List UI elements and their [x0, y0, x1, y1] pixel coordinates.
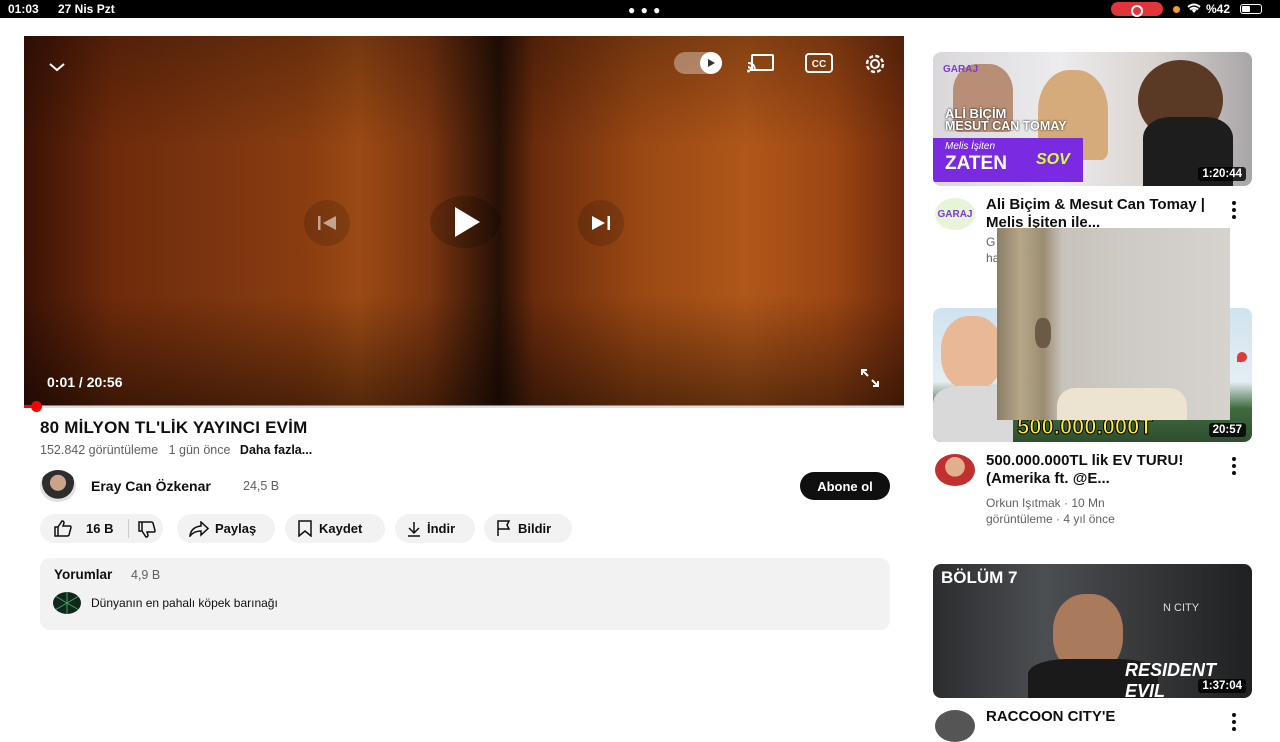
screen-recording-icon[interactable] — [1111, 2, 1163, 17]
video-meta: 152.842 görüntüleme 1 gün önce Daha fazl… — [40, 443, 312, 457]
play-icon — [700, 52, 722, 74]
divider — [128, 519, 129, 538]
download-icon — [407, 521, 421, 537]
channel-avatar[interactable] — [40, 470, 76, 502]
view-count: 152.842 görüntüleme — [40, 443, 159, 457]
captions-icon[interactable]: CC — [804, 51, 834, 75]
mic-indicator-icon — [1173, 6, 1180, 13]
channel-avatar[interactable]: GARAJ — [935, 198, 975, 230]
like-dislike-group: 16 B — [40, 514, 163, 543]
battery-icon — [1240, 4, 1262, 14]
bookmark-icon — [297, 520, 313, 537]
wifi-icon — [1186, 1, 1202, 18]
camera-overlay — [997, 228, 1230, 420]
download-button[interactable]: İndir — [395, 514, 475, 543]
share-label: Paylaş — [215, 521, 257, 536]
comment-preview: Dünyanın en pahalı köpek barınağı — [91, 596, 278, 610]
channel-avatar[interactable] — [935, 454, 975, 486]
minimize-chevron-down-icon[interactable] — [44, 54, 70, 80]
status-bar: 01:03 27 Nis Pzt ● ● ● %42 — [0, 0, 1280, 18]
channel-row: Eray Can Özkenar 24,5 B Abone ol — [40, 470, 890, 502]
next-icon[interactable] — [578, 200, 624, 246]
save-label: Kaydet — [319, 521, 363, 536]
thumb-brand: GARAJ — [943, 64, 979, 75]
video-thumbnail[interactable]: BÖLÜM 7 N CITY RESIDENT EVIL 1:37:04 — [933, 564, 1252, 698]
recommendation-card[interactable]: BÖLÜM 7 N CITY RESIDENT EVIL 1:37:04 RAC… — [933, 564, 1253, 742]
commenter-avatar — [53, 592, 81, 614]
comments-count: 4,9 B — [131, 568, 161, 582]
flag-icon — [496, 520, 512, 537]
fullscreen-icon[interactable] — [856, 364, 884, 392]
more-link[interactable]: Daha fazla... — [240, 443, 312, 457]
dislike-icon[interactable] — [138, 521, 156, 538]
like-icon[interactable] — [54, 520, 72, 537]
chair — [1057, 388, 1187, 420]
report-button[interactable]: Bildir — [484, 514, 572, 543]
svg-text:CC: CC — [812, 59, 826, 70]
previous-icon[interactable] — [304, 200, 350, 246]
battery-percentage: %42 — [1206, 2, 1231, 16]
clock: 01:03 — [8, 2, 39, 16]
multitasking-dots-icon[interactable]: ● ● ● — [628, 3, 661, 17]
play-button[interactable] — [430, 196, 500, 248]
recommendation-title[interactable]: RACCOON CITY'E — [986, 708, 1218, 726]
autoplay-toggle[interactable] — [674, 52, 722, 74]
cast-icon[interactable] — [746, 50, 776, 76]
timecode: 0:01 / 20:56 — [47, 374, 123, 390]
video-thumbnail[interactable]: GARAJ ALİ BİÇİM MESUT CAN TOMAY Melis İş… — [933, 52, 1252, 186]
more-options-icon[interactable] — [1227, 712, 1241, 732]
subscriber-count: 24,5 B — [243, 479, 280, 493]
progress-scrubber[interactable] — [31, 401, 43, 412]
settings-gear-icon[interactable] — [861, 50, 889, 78]
save-button[interactable]: Kaydet — [285, 514, 385, 543]
progress-bar[interactable] — [24, 401, 904, 412]
video-title: 80 MİLYON TL'LİK YAYINCI EVİM — [40, 418, 308, 437]
upload-age: 1 gün önce — [168, 443, 231, 457]
subscribe-button[interactable]: Abone ol — [800, 472, 890, 500]
recommendation-title[interactable]: Ali Biçim & Mesut Can Tomay | Melis İşit… — [986, 196, 1218, 232]
download-label: İndir — [427, 521, 456, 536]
more-options-icon[interactable] — [1227, 456, 1241, 476]
channel-name[interactable]: Eray Can Özkenar — [91, 478, 211, 494]
like-count[interactable]: 16 B — [86, 521, 113, 536]
duration-badge: 1:20:44 — [1198, 167, 1246, 181]
date: 27 Nis Pzt — [58, 2, 115, 16]
share-button[interactable]: Paylaş — [177, 514, 275, 543]
video-player[interactable]: CC 0:01 / 20:56 — [24, 36, 904, 406]
pin-icon — [1237, 352, 1247, 362]
comments-header: Yorumlar — [54, 567, 113, 582]
channel-avatar[interactable] — [935, 710, 975, 742]
recommendation-title[interactable]: 500.000.000TL lik EV TURU! (Amerika ft. … — [986, 452, 1218, 488]
duration-badge: 1:37:04 — [1198, 679, 1246, 693]
duration-badge: 20:57 — [1208, 423, 1246, 437]
recommendation-meta: Orkun Işıtmak · 10 Mn görüntüleme · 4 yı… — [986, 496, 1115, 526]
comments-section[interactable]: Yorumlar 4,9 B Dünyanın en pahalı köpek … — [40, 558, 890, 630]
report-label: Bildir — [518, 521, 552, 536]
share-icon — [189, 520, 209, 537]
more-options-icon[interactable] — [1227, 200, 1241, 220]
